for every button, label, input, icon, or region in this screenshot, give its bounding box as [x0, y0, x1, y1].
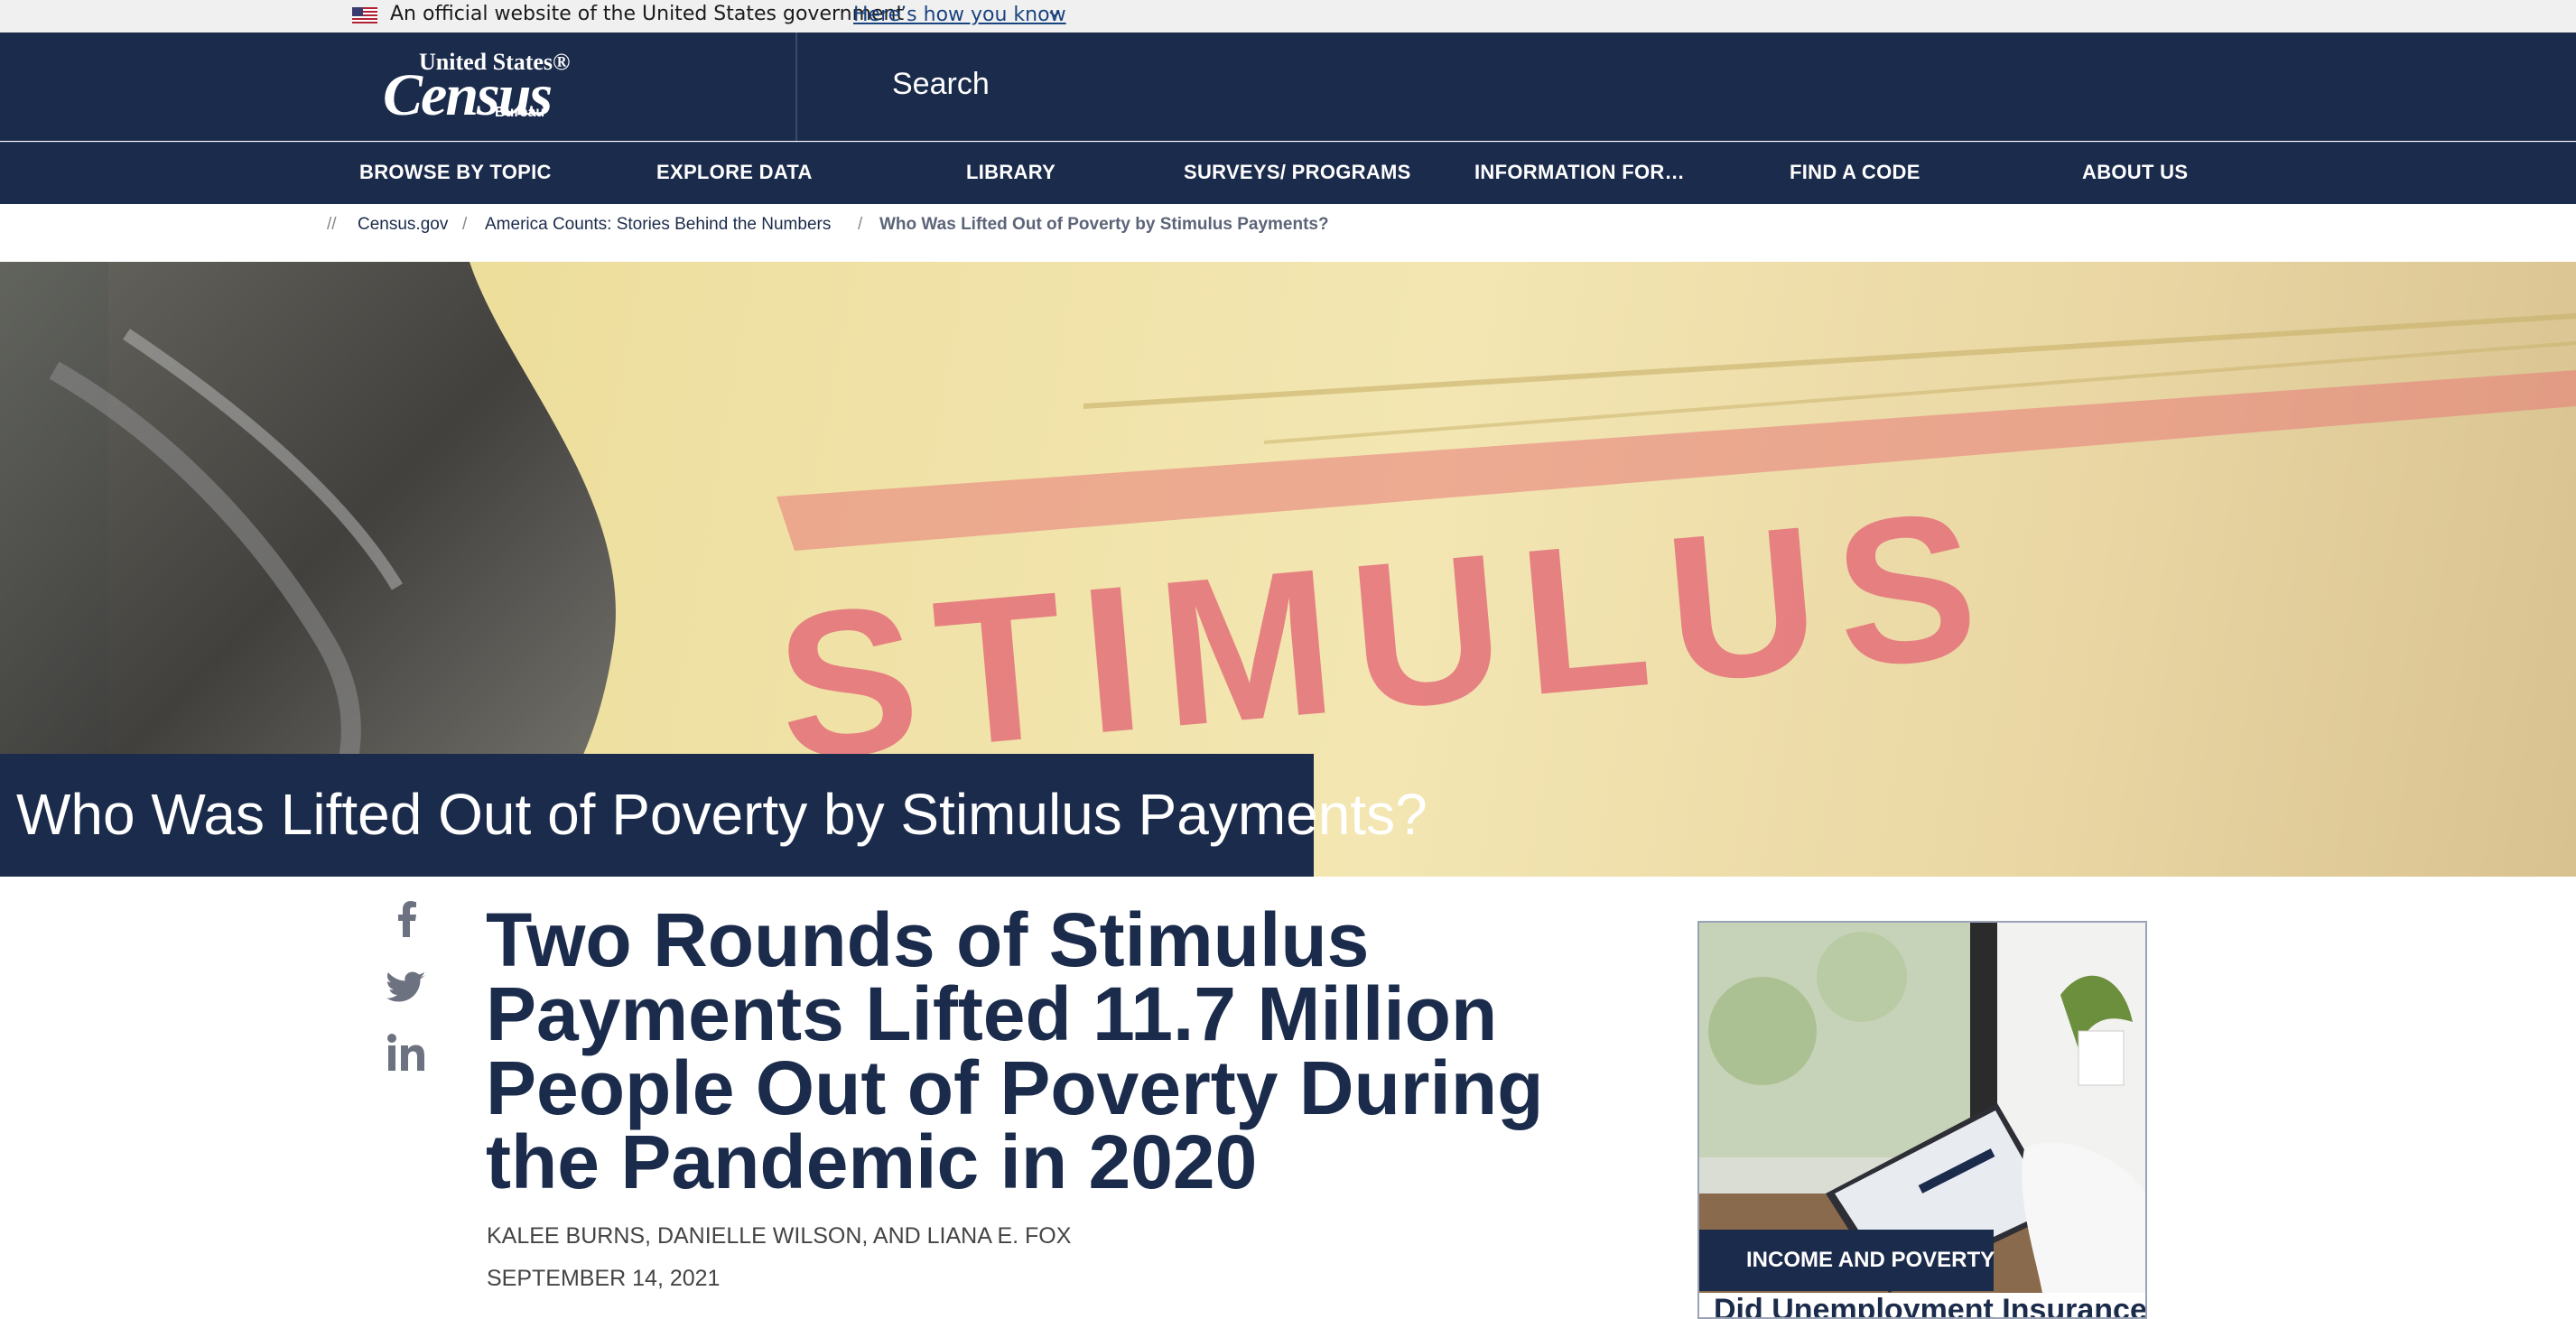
twitter-icon[interactable]: [386, 970, 428, 1006]
us-flag-icon: [352, 7, 377, 23]
nav-item-find-a-code[interactable]: FIND A CODE: [1790, 161, 1920, 184]
gov-banner-text: An official website of the United States…: [390, 3, 905, 25]
gov-banner: An official website of the United States…: [0, 0, 2576, 33]
card-topic-tag[interactable]: INCOME AND POVERTY: [1699, 1230, 1995, 1291]
census-logo[interactable]: United States® Census Bureau: [383, 49, 570, 128]
nav-item-information-for[interactable]: INFORMATION FOR…: [1474, 161, 1685, 184]
article-date: SEPTEMBER 14, 2021: [487, 1266, 721, 1291]
article-title: Two Rounds of Stimulus Payments Lifted 1…: [486, 897, 1544, 1204]
related-story-card[interactable]: INCOME AND POVERTY Did Unemployment Insu…: [1697, 921, 2147, 1319]
social-share: [386, 897, 428, 1073]
header-divider: [795, 33, 797, 141]
nav-item-browse-by-topic[interactable]: BROWSE BY TOPIC: [359, 161, 552, 184]
breadcrumb-item-america-counts[interactable]: America Counts: Stories Behind the Numbe…: [485, 215, 831, 235]
nav-item-library[interactable]: LIBRARY: [966, 161, 1056, 184]
breadcrumb-item-current: Who Was Lifted Out of Poverty by Stimulu…: [879, 215, 1329, 234]
main-nav: BROWSE BY TOPIC EXPLORE DATA LIBRARY SUR…: [0, 142, 2576, 204]
site-header: United States® Census Bureau Search: [0, 33, 2576, 141]
logo-line-3: Bureau: [495, 105, 545, 120]
facebook-icon[interactable]: [386, 897, 428, 939]
linkedin-icon[interactable]: [386, 1033, 428, 1073]
nav-item-explore-data[interactable]: EXPLORE DATA: [656, 161, 813, 184]
breadcrumb-prefix: //: [327, 215, 337, 234]
article-authors: KALEE BURNS, DANIELLE WILSON, AND LIANA …: [487, 1223, 1072, 1249]
hero-title: Who Was Lifted Out of Poverty by Stimulu…: [16, 782, 1427, 847]
breadcrumb-separator: /: [462, 215, 468, 234]
hero-image: STIMULUS Who Was Lifted Out of Poverty b…: [0, 262, 2576, 877]
card-title[interactable]: Did Unemployment Insurance: [1714, 1293, 2145, 1317]
chevron-down-icon[interactable]: [1047, 7, 1062, 22]
how-you-know-link[interactable]: Here’s how you know: [853, 4, 1066, 26]
breadcrumb-item-census-gov[interactable]: Census.gov: [358, 215, 448, 235]
hero-title-box: Who Was Lifted Out of Poverty by Stimulu…: [0, 754, 1427, 877]
nav-item-surveys-programs[interactable]: SURVEYS/ PROGRAMS: [1184, 161, 1411, 184]
breadcrumb-separator: /: [858, 215, 863, 234]
search-input[interactable]: Search: [892, 67, 990, 102]
card-topic-label: INCOME AND POVERTY: [1746, 1248, 1995, 1272]
breadcrumb: // Census.gov / America Counts: Stories …: [0, 204, 2576, 262]
nav-item-about-us[interactable]: ABOUT US: [2082, 161, 2188, 184]
